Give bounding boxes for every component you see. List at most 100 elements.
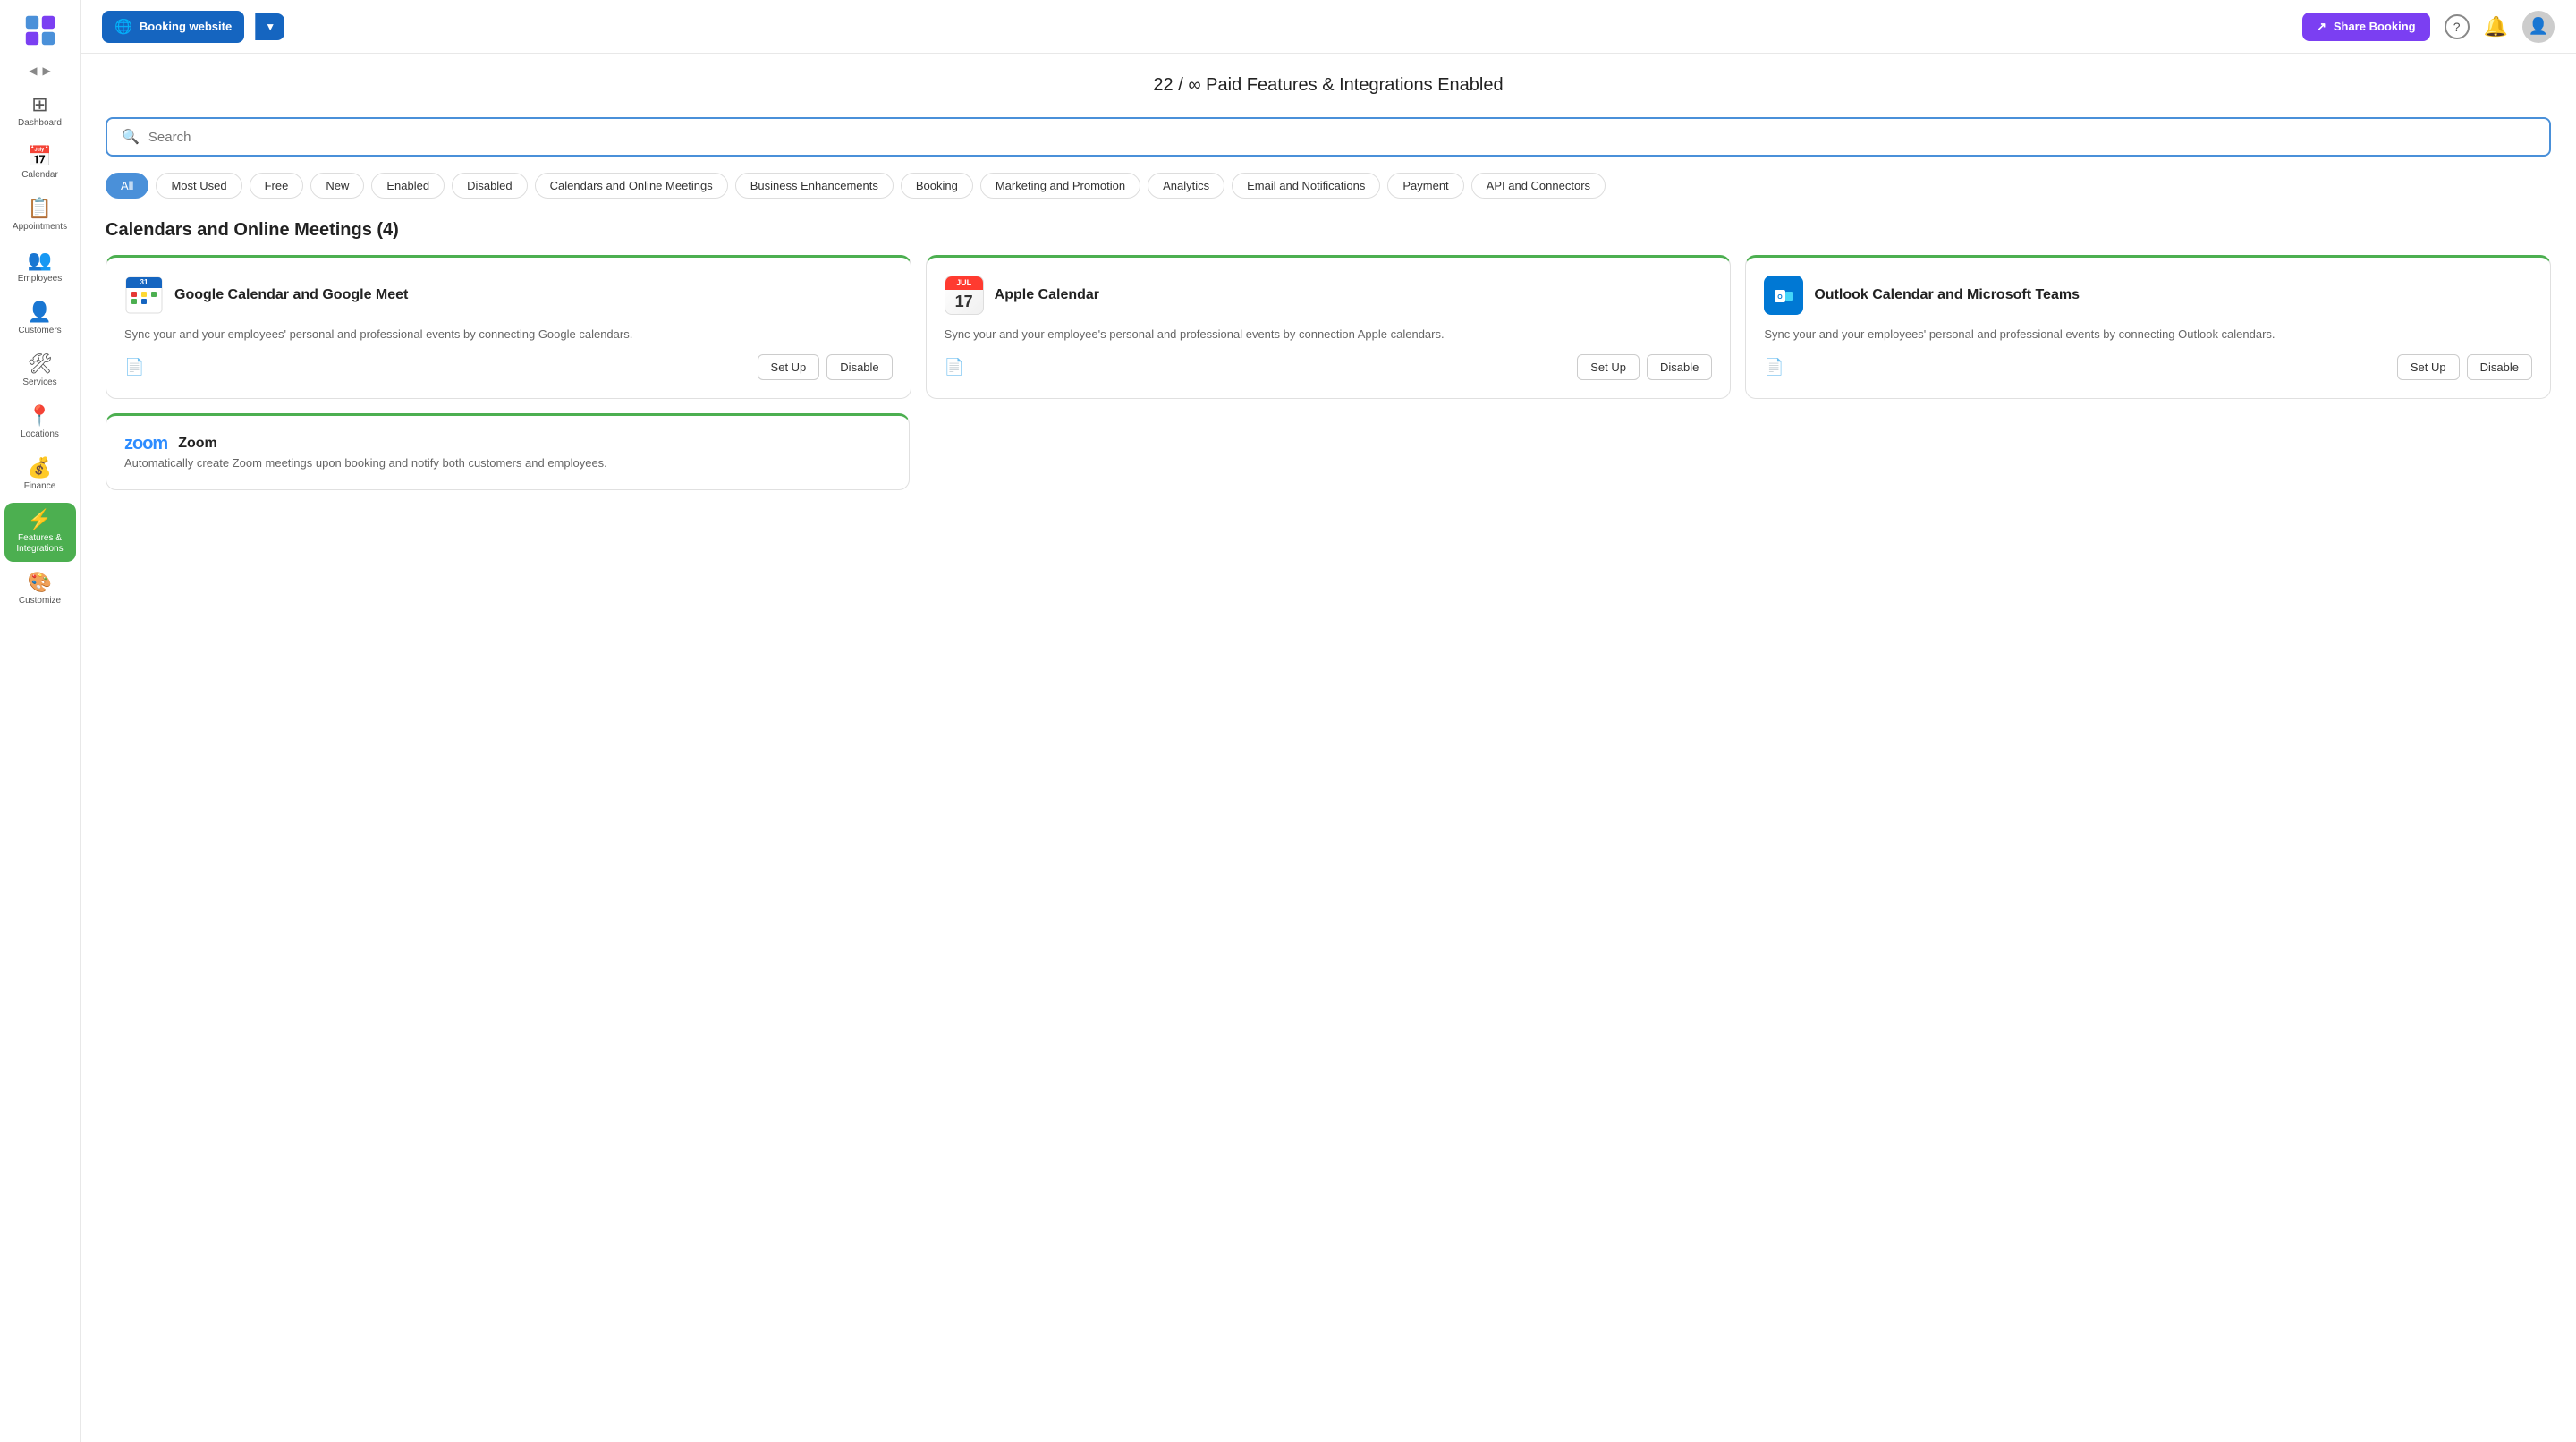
card-actions: Set Up Disable (1577, 354, 1712, 380)
doc-icon[interactable]: 📄 (945, 358, 964, 377)
card-title: Outlook Calendar and Microsoft Teams (1814, 287, 2080, 303)
sidebar-item-customize[interactable]: 🎨 Customize (4, 565, 76, 614)
outlook-logo: O (1764, 276, 1803, 315)
filter-pill-all[interactable]: All (106, 173, 148, 199)
avatar[interactable]: 👤 (2522, 11, 2555, 43)
booking-website-button[interactable]: 🌐 Booking website (102, 11, 244, 43)
card-description: Sync your and your employees' personal a… (124, 326, 893, 344)
zoom-description: Automatically create Zoom meetings upon … (124, 454, 891, 472)
card-footer: 📄 Set Up Disable (1764, 354, 2532, 380)
search-bar: 🔍 (106, 117, 2551, 157)
setup-button[interactable]: Set Up (1577, 354, 1640, 380)
card-description: Sync your and your employee's personal a… (945, 326, 1713, 344)
filter-pill-analytics[interactable]: Analytics (1148, 173, 1224, 199)
sidebar-label-dashboard: Dashboard (18, 118, 62, 129)
features-description: Paid Features & Integrations Enabled (1206, 75, 1503, 95)
help-icon: ? (2445, 14, 2470, 39)
share-booking-button[interactable]: ↗ Share Booking (2302, 13, 2430, 41)
features-infinity: ∞ (1188, 75, 1200, 95)
customers-icon: 👤 (28, 302, 52, 322)
topbar-left: 🌐 Booking website ▼ (102, 11, 284, 43)
bell-icon: 🔔 (2484, 15, 2508, 38)
search-input[interactable] (148, 130, 2535, 145)
features-icon: ⚡ (28, 510, 52, 530)
doc-icon[interactable]: 📄 (1764, 358, 1784, 377)
zoom-card-header: zoom Zoom (124, 434, 891, 454)
app-logo (21, 11, 60, 50)
doc-icon[interactable]: 📄 (124, 358, 144, 377)
booking-website-label: Booking website (140, 20, 232, 33)
card-actions: Set Up Disable (2397, 354, 2532, 380)
sidebar-label-features: Features & Integrations (8, 533, 72, 555)
card-header: O Outlook Calendar and Microsoft Teams (1764, 276, 2532, 315)
filter-pill-api[interactable]: API and Connectors (1471, 173, 1606, 199)
filter-pill-new[interactable]: New (310, 173, 364, 199)
filter-pill-booking[interactable]: Booking (901, 173, 973, 199)
nav-arrows[interactable]: ◀ ▶ (29, 64, 50, 77)
card-footer: 📄 Set Up Disable (124, 354, 893, 380)
nav-arrow-left[interactable]: ◀ (29, 64, 37, 77)
locations-icon: 📍 (28, 406, 52, 426)
sidebar-label-customers: Customers (18, 326, 61, 336)
share-booking-label: Share Booking (2334, 20, 2416, 33)
share-icon: ↗ (2317, 20, 2326, 34)
card-outlook-calendar: O Outlook Calendar and Microsoft Teams S… (1745, 255, 2551, 399)
card-title: Google Calendar and Google Meet (174, 287, 408, 303)
notifications-button[interactable]: 🔔 (2484, 15, 2508, 38)
sidebar-item-dashboard[interactable]: ⊞ Dashboard (4, 88, 76, 136)
globe-icon: 🌐 (114, 18, 132, 36)
search-icon: 🔍 (122, 128, 140, 146)
sidebar-item-locations[interactable]: 📍 Locations (4, 399, 76, 447)
card-header: 31 Google Calendar and Google Meet (124, 276, 893, 315)
filter-row: All Most Used FreeNew Enabled Disabled Calend… (106, 173, 2551, 199)
filter-pill-payment[interactable]: Payment (1387, 173, 1463, 199)
employees-icon: 👥 (28, 250, 52, 270)
filter-pill-calendars[interactable]: Calendars and Online Meetings (535, 173, 728, 199)
nav-arrow-right[interactable]: ▶ (43, 64, 51, 77)
sidebar-label-calendar: Calendar (21, 170, 58, 181)
sidebar-label-employees: Employees (18, 274, 62, 284)
sidebar-item-calendar[interactable]: 📅 Calendar (4, 140, 76, 188)
sidebar-item-employees[interactable]: 👥 Employees (4, 243, 76, 292)
filter-pill-email[interactable]: Email and Notifications (1232, 173, 1380, 199)
avatar-placeholder: 👤 (2529, 17, 2548, 36)
zoom-logo: zoom (124, 434, 167, 454)
features-separator: / (1178, 75, 1188, 95)
card-apple-calendar: JUL 17 Apple Calendar Sync your and your… (926, 255, 1732, 399)
setup-button[interactable]: Set Up (2397, 354, 2460, 380)
zoom-card: zoom Zoom Automatically create Zoom meet… (106, 413, 910, 491)
sidebar-item-appointments[interactable]: 📋 Appointments (4, 191, 76, 240)
disable-button[interactable]: Disable (2467, 354, 2532, 380)
booking-website-dropdown[interactable]: ▼ (255, 13, 284, 40)
card-title: Apple Calendar (995, 287, 1099, 303)
sidebar-item-features[interactable]: ⚡ Features & Integrations (4, 503, 76, 562)
sidebar-label-appointments: Appointments (13, 222, 67, 233)
help-button[interactable]: ? (2445, 14, 2470, 39)
disable-button[interactable]: Disable (1647, 354, 1712, 380)
sidebar-label-locations: Locations (21, 429, 59, 440)
calendar-icon: 📅 (28, 147, 52, 166)
card-description: Sync your and your employees' personal a… (1764, 326, 2532, 344)
filter-pill-most-used[interactable]: Most Used (156, 173, 242, 199)
setup-button[interactable]: Set Up (758, 354, 820, 380)
filter-pill-disabled[interactable]: Disabled (452, 173, 528, 199)
card-footer: 📄 Set Up Disable (945, 354, 1713, 380)
sidebar-label-customize: Customize (19, 596, 61, 606)
zoom-title: Zoom (178, 436, 217, 452)
dashboard-icon: ⊞ (31, 95, 47, 115)
services-icon: 🛠 (28, 354, 53, 374)
sidebar-item-customers[interactable]: 👤 Customers (4, 295, 76, 344)
filter-pill-enabled[interactable]: Enabled (371, 173, 445, 199)
card-google-calendar: 31 Google Calendar and Google Meet Sync … (106, 255, 911, 399)
filter-pill-business[interactable]: Business Enhancements (735, 173, 894, 199)
appointments-icon: 📋 (28, 199, 52, 218)
apple-cal-logo: JUL 17 (945, 276, 984, 315)
filter-pill-free[interactable]: Free (250, 173, 304, 199)
filter-pill-marketing[interactable]: Marketing and Promotion (980, 173, 1140, 199)
sidebar-item-services[interactable]: 🛠 Services (4, 347, 76, 395)
features-count: 22 (1153, 75, 1173, 95)
sidebar-item-finance[interactable]: 💰 Finance (4, 451, 76, 499)
topbar-right: ↗ Share Booking ? 🔔 👤 (2302, 11, 2555, 43)
disable-button[interactable]: Disable (826, 354, 892, 380)
card-header: JUL 17 Apple Calendar (945, 276, 1713, 315)
